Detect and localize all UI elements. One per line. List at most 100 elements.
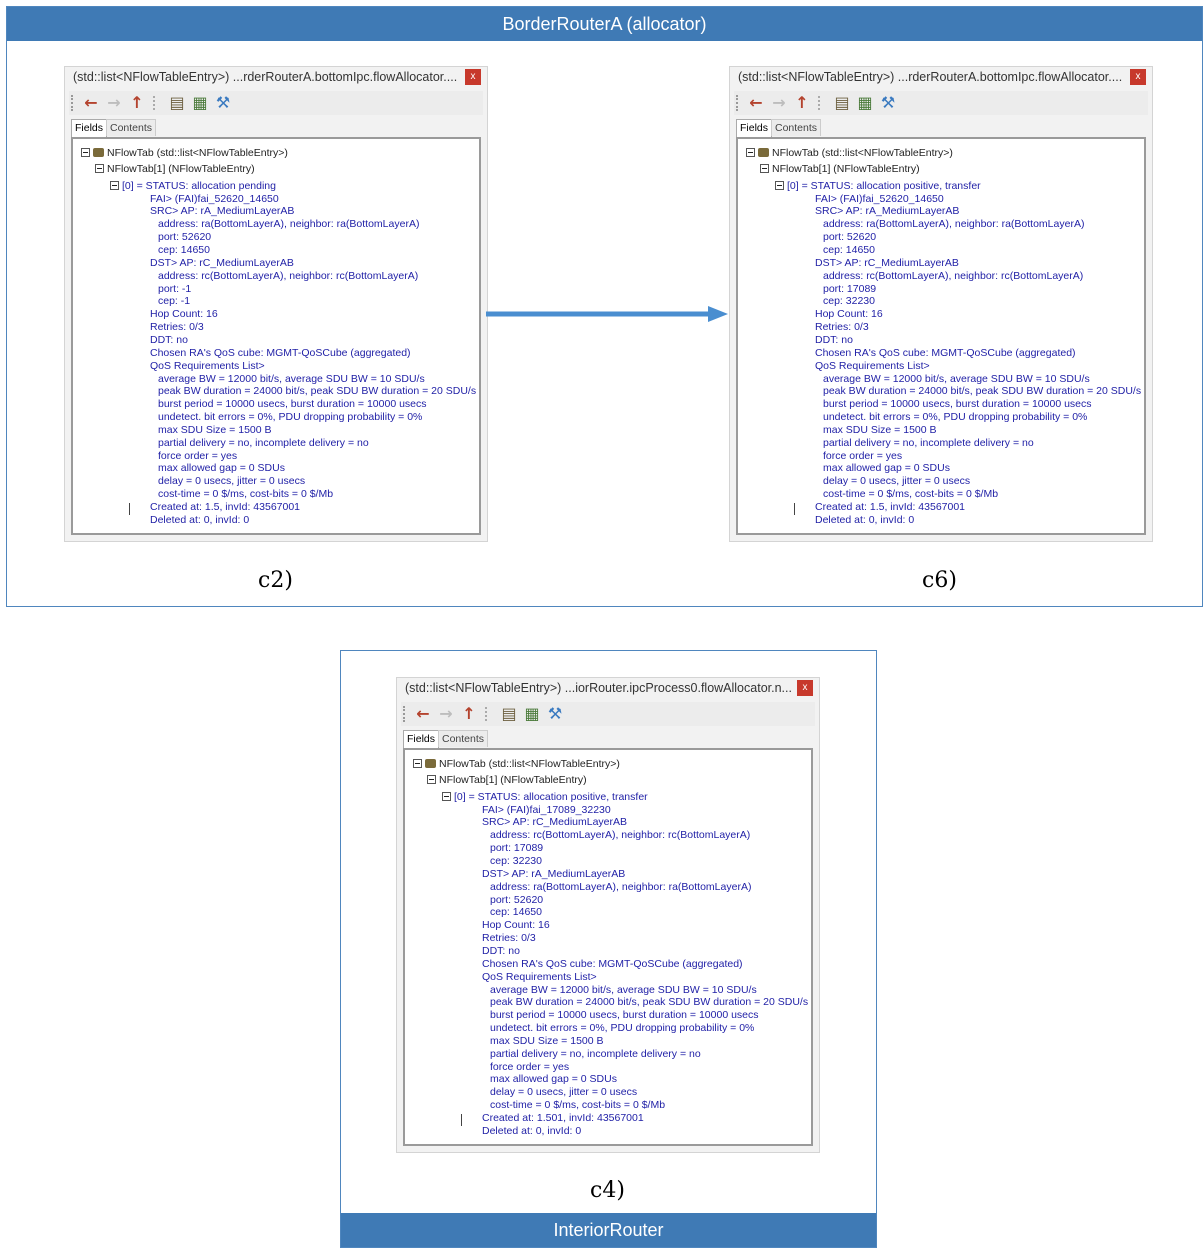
window-title: (std::list<NFlowTableEntry>) ...rderRout… [738,70,1123,84]
package-icon [758,148,769,157]
tree-node-label: NFlowTab[1] (NFlowTableEntry) [107,163,255,176]
back-arrow-icon[interactable]: ← [413,704,433,724]
object-icon[interactable]: ▦ [522,704,542,724]
collapse-icon[interactable] [95,164,104,174]
settings-icon[interactable]: ⚒ [878,93,898,113]
field-line: DST> AP: rC_MediumLayerAB [815,256,959,269]
close-button[interactable]: x [1130,69,1146,85]
inspect-icon[interactable]: ▤ [832,93,852,113]
field-line: FAI> (FAI)fai_52620_14650 [150,192,279,205]
field-line: Created at: 1.5, invId: 43567001 [150,501,301,514]
up-arrow-icon[interactable]: ↑ [792,93,812,113]
tree-node-root[interactable]: NFlowTab (std::list<NFlowTableEntry>) [746,147,953,160]
field-line: cost-time = 0 $/ms, cost-bits = 0 $/Mb [823,488,999,501]
inspect-icon[interactable]: ▤ [499,704,519,724]
field-tree: NFlowTab (std::list<NFlowTableEntry>)NFl… [73,139,479,533]
inspector-window-c2: (std::list<NFlowTableEntry>) ...rderRout… [64,66,488,542]
field-line: Hop Count: 16 [482,919,550,932]
field-line: address: rc(BottomLayerA), neighbor: rc(… [158,269,419,282]
back-arrow-icon[interactable]: ← [746,93,766,113]
field-line: Retries: 0/3 [150,321,204,334]
field-line: port: 52620 [823,231,877,244]
toolbar-grip[interactable] [403,706,407,722]
field-line: FAI> (FAI)fai_52620_14650 [815,192,944,205]
tab-contents[interactable]: Contents (0) [106,119,157,151]
tab-contents[interactable]: Contents (0) [771,119,822,151]
tree-node-item[interactable]: [0] = STATUS: allocation positive, trans… [775,180,981,193]
object-icon[interactable]: ▦ [190,93,210,113]
close-button[interactable]: x [465,69,481,85]
toolbar-grip[interactable] [71,95,75,111]
field-line: max allowed gap = 0 SDUs [490,1073,617,1086]
fields-panel: NFlowTab (std::list<NFlowTableEntry>)NFl… [736,137,1146,535]
field-line: Hop Count: 16 [150,308,218,321]
collapse-icon[interactable] [442,791,451,801]
window-titlebar[interactable]: (std::list<NFlowTableEntry>) ...rderRout… [730,67,1152,89]
forward-arrow-icon[interactable]: → [436,704,456,724]
caption-c6: c6) [922,568,957,593]
field-line: DDT: no [150,333,188,346]
field-line: cep: 32230 [823,295,875,308]
field-line: DST> AP: rC_MediumLayerAB [150,256,294,269]
field-line: force order = yes [823,449,903,462]
field-line: force order = yes [158,449,238,462]
field-line: undetect. bit errors = 0%, PDU dropping … [823,411,1088,424]
collapse-icon[interactable] [775,180,784,190]
field-line: port: 17089 [823,282,877,295]
field-line: address: ra(BottomLayerA), neighbor: ra(… [823,218,1085,231]
entry-index: [0] = [454,790,478,803]
tree-node-root[interactable]: NFlowTab (std::list<NFlowTableEntry>) [413,758,620,771]
tree-node-label: NFlowTab[1] (NFlowTableEntry) [772,163,920,176]
tree-node-entry[interactable]: NFlowTab[1] (NFlowTableEntry) [760,163,920,176]
field-line: burst period = 10000 usecs, burst durati… [490,1009,759,1022]
fields-panel: NFlowTab (std::list<NFlowTableEntry>)NFl… [71,137,481,535]
text-cursor [129,503,130,515]
caption-c4: c4) [590,1178,625,1203]
collapse-icon[interactable] [413,759,422,768]
tab-fields[interactable]: Fields [736,119,773,138]
status-text: STATUS: allocation positive, transfer [810,179,981,192]
collapse-icon[interactable] [427,775,436,785]
field-line: force order = yes [490,1060,570,1073]
tree-node-entry[interactable]: NFlowTab[1] (NFlowTableEntry) [95,163,255,176]
settings-icon[interactable]: ⚒ [213,93,233,113]
field-line: Chosen RA's QoS cube: MGMT-QoSCube (aggr… [815,346,1076,359]
caption-c2: c2) [258,568,293,593]
inspect-icon[interactable]: ▤ [167,93,187,113]
tab-fields[interactable]: Fields [71,119,108,138]
field-line: port: 52620 [490,893,544,906]
forward-arrow-icon[interactable]: → [104,93,124,113]
settings-icon[interactable]: ⚒ [545,704,565,724]
entry-index: [0] = [787,179,811,192]
window-titlebar[interactable]: (std::list<NFlowTableEntry>) ...iorRoute… [397,678,819,700]
field-line: Created at: 1.5, invId: 43567001 [815,501,966,514]
tree-node-root[interactable]: NFlowTab (std::list<NFlowTableEntry>) [81,147,288,160]
up-arrow-icon[interactable]: ↑ [459,704,479,724]
forward-arrow-icon[interactable]: → [769,93,789,113]
field-line: partial delivery = no, incomplete delive… [823,436,1034,449]
toolbar-separator [485,707,488,721]
close-button[interactable]: x [797,680,813,696]
tree-node-item[interactable]: [0] = STATUS: allocation positive, trans… [442,791,648,804]
field-tree: NFlowTab (std::list<NFlowTableEntry>)NFl… [405,750,811,1144]
field-line: cep: -1 [158,295,191,308]
field-line: address: rc(BottomLayerA), neighbor: rc(… [823,269,1084,282]
collapse-icon[interactable] [110,180,119,190]
tab-fields[interactable]: Fields [403,730,440,749]
tree-node-entry[interactable]: NFlowTab[1] (NFlowTableEntry) [427,774,587,787]
tree-node-item[interactable]: [0] = STATUS: allocation pending [110,180,276,193]
collapse-icon[interactable] [746,148,755,157]
collapse-icon[interactable] [760,164,769,174]
toolbar-grip[interactable] [736,95,740,111]
tab-contents[interactable]: Contents (0) [438,730,489,762]
back-arrow-icon[interactable]: ← [81,93,101,113]
window-titlebar[interactable]: (std::list<NFlowTableEntry>) ...rderRout… [65,67,487,89]
status-text: STATUS: allocation positive, transfer [477,790,648,803]
object-icon[interactable]: ▦ [855,93,875,113]
up-arrow-icon[interactable]: ↑ [127,93,147,113]
field-line: Hop Count: 16 [815,308,883,321]
field-line: cost-time = 0 $/ms, cost-bits = 0 $/Mb [158,488,334,501]
collapse-icon[interactable] [81,148,90,157]
field-line: DDT: no [815,333,853,346]
field-line: max allowed gap = 0 SDUs [823,462,950,475]
